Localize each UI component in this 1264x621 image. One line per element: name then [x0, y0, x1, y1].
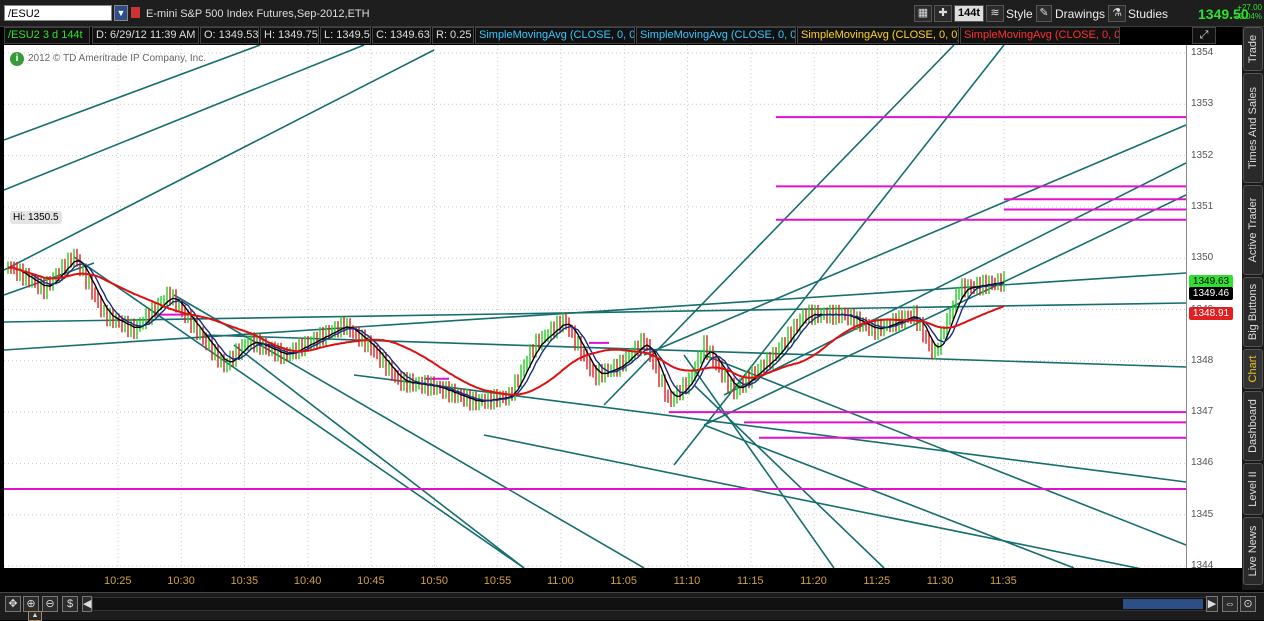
expand-icon[interactable]: ⤢ [1192, 27, 1216, 44]
fit-icon[interactable]: ⇔ [1222, 596, 1238, 612]
price-tick-label: 1350 [1191, 252, 1214, 264]
trendline [4, 45, 365, 191]
time-tick-label: 11:25 [863, 575, 891, 587]
time-tick-label: 11:30 [926, 575, 954, 587]
time-tick-label: 11:10 [673, 575, 701, 587]
tab-live-news[interactable]: Live News [1243, 517, 1263, 585]
time-tick-label: 10:35 [230, 575, 259, 587]
scroll-thumb[interactable] [1123, 599, 1203, 609]
high-label: Hi: 1350.5 [10, 211, 62, 224]
time-tick-label: 11:00 [547, 575, 574, 587]
time-tick-label: 11:35 [990, 575, 1017, 587]
price-tick-label: 1352 [1191, 149, 1214, 161]
time-tick-label: 11:15 [736, 575, 764, 587]
tab-trade[interactable]: Trade [1243, 27, 1263, 71]
style-button[interactable]: Style [1006, 7, 1033, 21]
chart-canvas[interactable] [4, 45, 1186, 568]
grid-icon[interactable]: ▦ [914, 5, 932, 22]
trendline [703, 424, 1075, 568]
bar-high: H: 1349.75 [260, 27, 319, 44]
flag-icon[interactable] [131, 7, 140, 18]
copyright-text: 2012 © TD Ameritrade IP Company, Inc. [28, 53, 207, 64]
tab-level-ii[interactable]: Level II [1243, 463, 1263, 515]
zoom-in-icon[interactable]: ⊕ [23, 596, 39, 612]
symbol-dropdown-icon[interactable]: ▼ [114, 5, 128, 21]
trendline [673, 45, 1005, 466]
tab-dashboard[interactable]: Dashboard [1243, 391, 1263, 461]
bar-range: R: 0.25 [432, 27, 474, 44]
price-tick-label: 1345 [1191, 508, 1214, 520]
time-tick-label: 11:05 [610, 575, 637, 587]
trendline [703, 354, 1186, 546]
price-change: +27.00 +2.04% [1228, 3, 1262, 21]
time-tick-label: 10:25 [104, 575, 132, 587]
reset-zoom-icon[interactable]: ⊙ [1240, 596, 1256, 612]
chart-toolbar: /ESU2 ▼ E-mini S&P 500 Index Futures,Sep… [0, 0, 1264, 27]
dollar-icon[interactable]: $ [62, 596, 78, 612]
crosshair-icon[interactable]: ✚ [934, 5, 952, 22]
change-percent: +2.04% [1234, 12, 1262, 21]
drawings-button[interactable]: Drawings [1055, 7, 1105, 21]
bar-low: L: 1349.5 [320, 27, 371, 44]
pencil-icon[interactable]: ✎ [1036, 5, 1052, 22]
trendline [683, 354, 835, 568]
price-tick-label: 1348 [1191, 354, 1214, 366]
study-label-3[interactable]: SimpleMovingAvg (CLOSE, 0, 0) [797, 27, 959, 44]
time-tick-label: 10:55 [483, 575, 512, 587]
price-tick-label: 1351 [1191, 200, 1214, 212]
time-tick-label: 10:45 [357, 575, 385, 587]
moving-average-medium [8, 263, 1005, 402]
time-tick-label: 10:50 [420, 575, 448, 587]
bar-close: C: 1349.63 [372, 27, 431, 44]
info-icon[interactable]: i [10, 52, 24, 66]
symbol-input[interactable]: /ESU2 [4, 5, 112, 21]
zoom-out-icon[interactable]: ⊖ [42, 596, 58, 612]
study-label-2[interactable]: SimpleMovingAvg (CLOSE, 0, 0) [636, 27, 796, 44]
scroll-right-icon[interactable]: ▶ [1206, 596, 1218, 612]
trendline [353, 374, 1186, 483]
bar-open: O: 1349.53 [200, 27, 259, 44]
study-label-4[interactable]: SimpleMovingAvg (CLOSE, 0, 0) [960, 27, 1120, 44]
trendline [483, 434, 1141, 568]
trendline [4, 49, 435, 271]
style-icon[interactable]: ≋ [986, 5, 1004, 22]
price-tick-label: 1344 [1191, 560, 1214, 571]
price-tick-label: 1354 [1191, 47, 1214, 58]
price-bubble: 1349.46 [1189, 287, 1233, 300]
price-tick-label: 1346 [1191, 457, 1214, 469]
tab-chart[interactable]: Chart [1243, 349, 1263, 389]
price-tick-label: 1353 [1191, 98, 1214, 110]
side-panel: Trade Times And Sales Active Trader Big … [1242, 27, 1264, 590]
period-label: /ESU2 3 d 144t [4, 27, 90, 44]
time-tick-label: 11:20 [800, 575, 827, 587]
study-label-1[interactable]: SimpleMovingAvg (CLOSE, 0, 0) [475, 27, 635, 44]
time-axis[interactable]: 10:25 10:30 10:35 10:40 10:45 10:50 10:55 11:00… [4, 568, 1186, 592]
time-tick-label: 10:30 [167, 575, 195, 587]
moving-average-slow [8, 266, 1005, 396]
tab-active-trader[interactable]: Active Trader [1243, 185, 1263, 275]
studies-button[interactable]: Studies [1128, 7, 1168, 21]
aggregation-button[interactable]: 144t [954, 5, 984, 22]
tab-big-buttons[interactable]: Big Buttons [1243, 277, 1263, 347]
tab-times-and-sales[interactable]: Times And Sales [1243, 73, 1263, 183]
bar-date: D: 6/29/12 11:39 AM [92, 27, 199, 44]
price-bubble: 1348.91 [1189, 307, 1233, 320]
change-absolute: +27.00 [1237, 3, 1262, 12]
scroll-left-icon[interactable]: ◀ [82, 596, 92, 612]
moving-average-fast [8, 260, 1005, 403]
flask-icon[interactable]: ⚗ [1108, 5, 1126, 22]
horizontal-scrollbar[interactable] [92, 597, 1218, 611]
instrument-title: E-mini S&P 500 Index Futures,Sep-2012,ET… [146, 8, 370, 20]
time-tick-label: 10:40 [293, 575, 322, 587]
chart-bottom-bar: ✥ ⊕ ⊖ $ ▲ ◀ ▶ ⇔ ⊙ [0, 592, 1264, 621]
bar-info-strip: /ESU2 3 d 144t D: 6/29/12 11:39 AM O: 13… [4, 27, 1216, 44]
pan-icon[interactable]: ✥ [5, 596, 21, 612]
price-chart[interactable]: i 2012 © TD Ameritrade IP Company, Inc. … [4, 45, 1186, 568]
price-axis[interactable]: 1354135313521351135013491348134713461345… [1186, 45, 1242, 571]
price-tick-label: 1347 [1191, 406, 1214, 418]
